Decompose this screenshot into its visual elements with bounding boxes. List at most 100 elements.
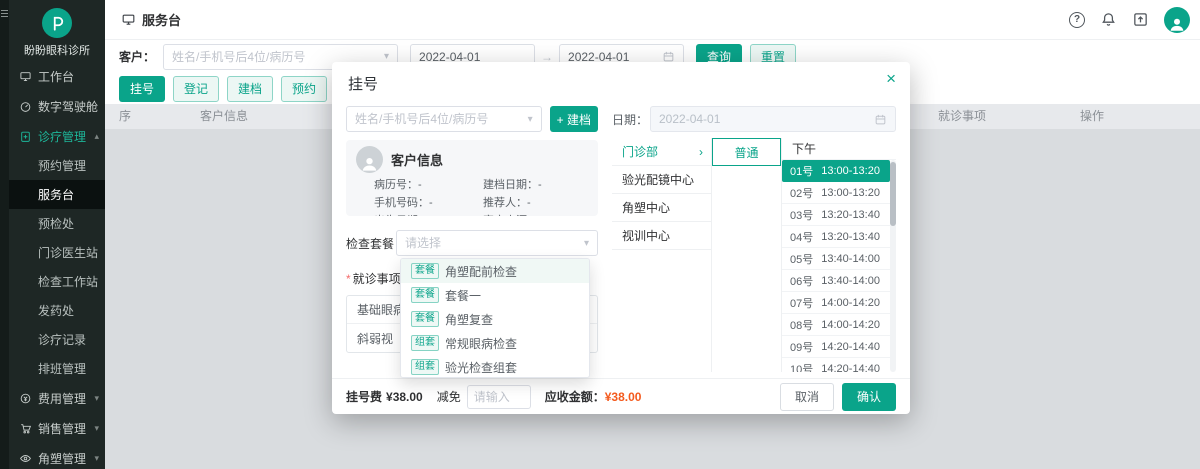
package-option[interactable]: 套餐 角塑复查	[401, 307, 589, 331]
column-operations: 操作	[1080, 109, 1105, 123]
slot-item[interactable]: 07号 14:00-14:20	[782, 292, 890, 314]
bell-icon[interactable]	[1100, 11, 1117, 28]
customer-field: 出生日期：-	[374, 212, 479, 216]
visit-date-value: 2022-04-01	[659, 112, 721, 126]
sidebar-item-label: 工作台	[38, 69, 75, 84]
package-option[interactable]: 套餐 套餐一	[401, 283, 589, 307]
caret-down-icon: ▾	[527, 113, 533, 125]
discount-input[interactable]	[473, 389, 524, 404]
fee-label: 挂号费	[346, 390, 383, 404]
slot-list: 01号 13:00-13:20 02号 13:00-13:20 03号 13:20-1…	[782, 160, 890, 372]
slot-item[interactable]: 08号 14:00-14:20	[782, 314, 890, 336]
package-row: 检查套餐 ▾	[346, 230, 598, 256]
package-option[interactable]: 套餐 角塑配前检查	[401, 259, 589, 283]
department-item[interactable]: 验光配镜中心	[612, 166, 711, 194]
slot-item[interactable]: 09号 14:20-14:40	[782, 336, 890, 358]
package-select[interactable]: ▾	[396, 230, 598, 256]
sidebar-group-label: 费用管理	[38, 391, 87, 406]
sidebar-item-workbench[interactable]: 工作台	[9, 61, 105, 91]
confirm-button[interactable]: 确认	[842, 382, 896, 411]
create-file-button[interactable]: 建档	[227, 75, 274, 102]
sidebar-item-cockpit[interactable]: 数字驾驶舱	[9, 91, 105, 121]
customer-label: 客户：	[119, 50, 156, 64]
field-label: 病历号：	[374, 179, 418, 191]
slot-item[interactable]: 02号 13:00-13:20	[782, 182, 890, 204]
discount-label: 减免	[436, 390, 461, 404]
sidebar-item-treatment-records[interactable]: 诊疗记录	[9, 325, 105, 354]
cart-icon	[21, 423, 32, 433]
package-option-label: 常规眼病检查	[445, 336, 518, 351]
help-icon[interactable]: ?	[1069, 11, 1085, 28]
sidebar-item-outpatient-doctor-station[interactable]: 门诊医生站	[9, 238, 105, 267]
field-label: 手机号码：	[374, 197, 429, 209]
sidebar-item-precheck[interactable]: 预检处	[9, 209, 105, 238]
coin-icon	[20, 393, 31, 403]
patient-search-select[interactable]: ▾	[346, 106, 542, 132]
slot-time: 13:40-14:00	[821, 252, 880, 265]
page-title-wrap: 服务台	[121, 10, 181, 29]
app: 盼盼眼科诊所 工作台 数字驾驶舱 诊疗管理 ▴ 预约管理 服务台 预检处 门诊医…	[0, 0, 1200, 469]
package-option[interactable]: 组套 常规眼病检查	[401, 331, 589, 355]
calendar-icon	[875, 114, 886, 124]
sidebar-group-ortho[interactable]: 角塑管理 ▾	[9, 443, 105, 469]
slot-item[interactable]: 01号 13:00-13:20	[782, 160, 890, 182]
arrow-right-icon: ›	[699, 144, 703, 159]
scrollbar-thumb[interactable]	[890, 162, 896, 226]
slot-scrollbar[interactable]	[890, 160, 896, 372]
department-item[interactable]: 角塑中心	[612, 194, 711, 222]
slot-item[interactable]: 10号 14:20-14:40	[782, 358, 890, 373]
package-select-input[interactable]	[405, 236, 584, 250]
sidebar-group-sales[interactable]: 销售管理 ▾	[9, 413, 105, 443]
field-label: 客户来源：	[483, 215, 538, 216]
appointment-button[interactable]: 预约	[281, 75, 328, 102]
slot-column: 下午 01号 13:00-13:20 02号 13:00-13:20 03号 13:2…	[782, 138, 896, 372]
package-tag: 套餐	[411, 311, 439, 327]
customer-info-title: 客户信息	[391, 153, 444, 168]
caret-down-icon: ▾	[94, 392, 99, 403]
customer-info-card: 客户信息 病历号：- 建档日期：- 手机号码：- 推荐人：- 出生日期：- 客户…	[346, 140, 598, 216]
sidebar-group-treatment[interactable]: 诊疗管理 ▴	[9, 121, 105, 151]
department-item[interactable]: 门诊部 ›	[612, 138, 711, 166]
slot-number: 04号	[790, 231, 814, 244]
sidebar-item-dispensary[interactable]: 发药处	[9, 296, 105, 325]
close-icon[interactable]: ×	[886, 69, 896, 89]
checkin-button[interactable]: 登记	[173, 75, 220, 102]
sidebar-item-appointment-management[interactable]: 预约管理	[9, 151, 105, 180]
customer-fields: 病历号：- 建档日期：- 手机号码：- 推荐人：- 出生日期：- 客户来源：-	[374, 176, 588, 216]
slot-number: 08号	[790, 319, 814, 332]
clinic-name: 盼盼眼科诊所	[24, 45, 90, 57]
caret-down-icon: ▾	[383, 51, 390, 62]
modal-create-file-button[interactable]: + 建档	[549, 106, 598, 132]
discount-input-wrap[interactable]	[466, 384, 531, 409]
changelog-icon[interactable]	[1132, 11, 1149, 28]
customer-field: 手机号码：-	[374, 194, 479, 210]
slot-item[interactable]: 05号 13:40-14:00	[782, 248, 890, 270]
package-option[interactable]: 组套 验光检查组套	[401, 355, 589, 377]
register-button[interactable]: 挂号	[119, 75, 166, 102]
sidebar-item-schedule-management[interactable]: 排班管理	[9, 354, 105, 383]
schedule-panel: 门诊部 › 验光配镜中心 角塑中心 视训中心 普通 下午 01号 13:00-13…	[612, 138, 896, 372]
slot-item[interactable]: 03号 13:20-13:40	[782, 204, 890, 226]
sidebar-item-label: 数字驾驶舱	[38, 99, 99, 114]
department-label: 门诊部	[622, 145, 659, 159]
visit-item-label: 基础眼病	[357, 303, 406, 317]
slot-item[interactable]: 04号 13:20-13:40	[782, 226, 890, 248]
type-normal-option[interactable]: 普通	[712, 138, 781, 166]
clinic-logo-icon	[42, 8, 72, 38]
department-item[interactable]: 视训中心	[612, 222, 711, 250]
user-avatar[interactable]	[1164, 6, 1190, 33]
sidebar-group-label: 角塑管理	[38, 451, 87, 466]
slot-time: 13:20-13:40	[821, 230, 880, 243]
sidebar-item-label: 发药处	[38, 304, 75, 318]
sidebar-item-service-desk[interactable]: 服务台	[9, 180, 105, 209]
column-visit-items: 就诊事项	[938, 109, 987, 123]
visit-date-input: 2022-04-01	[650, 106, 896, 132]
cancel-button[interactable]: 取消	[780, 382, 834, 411]
package-tag: 套餐	[411, 287, 439, 303]
slot-number: 02号	[790, 187, 814, 200]
slot-item[interactable]: 06号 13:40-14:00	[782, 270, 890, 292]
sidebar-item-exam-workstation[interactable]: 检查工作站	[9, 267, 105, 296]
patient-search-input[interactable]	[355, 112, 528, 126]
sidebar-group-fee[interactable]: 费用管理 ▾	[9, 383, 105, 413]
menu-toggle-icon[interactable]	[1, 8, 8, 19]
